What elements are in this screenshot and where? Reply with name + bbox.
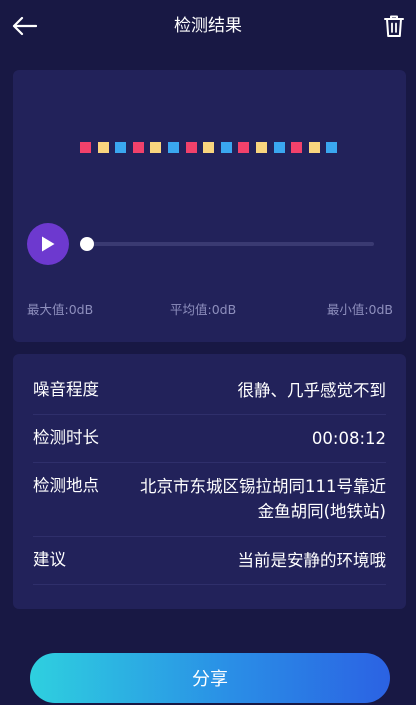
noise-level-row: 噪音程度 很静、几乎感觉不到: [33, 368, 386, 415]
play-button[interactable]: [27, 223, 69, 265]
level-dot: [220, 142, 232, 153]
level-dot: [238, 142, 250, 153]
advice-label: 建议: [33, 550, 66, 569]
level-indicator: [80, 142, 344, 153]
duration-row: 检测时长 00:08:12: [33, 415, 386, 463]
avg-value: 0dB: [211, 302, 237, 317]
level-dot: [97, 142, 109, 153]
duration-value: 00:08:12: [311, 429, 386, 448]
noise-level-value: 很静、几乎感觉不到: [237, 381, 387, 400]
level-dot: [308, 142, 320, 153]
delete-button[interactable]: [378, 10, 410, 42]
player-card: 最大值:0dB 平均值:0dB 最小值:0dB: [13, 70, 406, 342]
level-dot: [273, 142, 285, 153]
advice-value: 当前是安静的环境哦: [237, 551, 387, 570]
level-dot: [132, 142, 144, 153]
max-value-stat: 最大值:0dB: [27, 302, 93, 318]
min-value-stat: 最小值:0dB: [327, 302, 393, 318]
avg-value-stat: 平均值:0dB: [170, 302, 236, 318]
level-dot: [203, 142, 215, 153]
level-dot: [167, 142, 179, 153]
location-label: 检测地点: [33, 476, 99, 495]
noise-level-label: 噪音程度: [33, 380, 99, 399]
location-row: 检测地点 北京市东城区锡拉胡同111号靠近 金鱼胡同(地铁站): [33, 463, 386, 537]
duration-label: 检测时长: [33, 428, 99, 447]
min-label: 最小值:: [326, 302, 369, 317]
level-dot: [185, 142, 197, 153]
location-value-line1: 北京市东城区锡拉胡同111号靠近: [140, 477, 386, 496]
share-button[interactable]: 分享: [30, 653, 390, 703]
level-dot: [255, 142, 267, 153]
header: 检测结果: [0, 0, 416, 52]
progress-track[interactable]: [86, 242, 374, 246]
trash-icon: [384, 15, 404, 37]
avg-label: 平均值:: [170, 302, 212, 317]
location-value-line2: 金鱼胡同(地铁站): [257, 502, 386, 521]
page-title: 检测结果: [174, 16, 242, 36]
level-dot: [80, 142, 91, 153]
min-value: 0dB: [368, 302, 393, 317]
level-dot: [326, 142, 338, 153]
max-value: 0dB: [68, 302, 94, 317]
progress-knob[interactable]: [80, 237, 94, 251]
level-dot: [150, 142, 162, 153]
level-dot: [115, 142, 127, 153]
max-label: 最大值:: [27, 302, 69, 317]
play-icon: [42, 236, 55, 252]
advice-row: 建议 当前是安静的环境哦: [33, 537, 386, 585]
details-card: 噪音程度 很静、几乎感觉不到 检测时长 00:08:12 检测地点 北京市东城区…: [13, 354, 406, 609]
level-dot: [291, 142, 303, 153]
